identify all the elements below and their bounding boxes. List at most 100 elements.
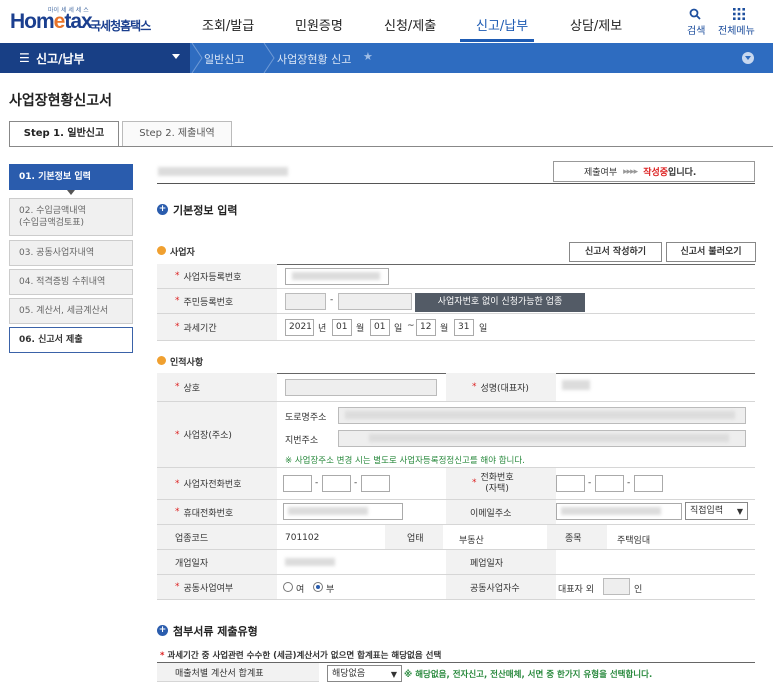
hometax-logo[interactable]: Hometax [10, 10, 93, 34]
menu-certificate[interactable]: 민원증명 [295, 15, 343, 34]
trade-name-label: * 상호 [157, 373, 277, 402]
email-input[interactable] [556, 503, 682, 520]
period-end-day-input[interactable]: 31 [454, 319, 474, 336]
joint-label: * 공동사업여부 [157, 575, 277, 600]
biz-phone-label: * 사업자전화번호 [157, 468, 277, 500]
plus-circle-icon: + [157, 625, 168, 636]
close-date-label: 폐업일자 [446, 550, 556, 575]
load-return-button[interactable]: 신고서 불러오기 [666, 242, 756, 262]
jibun-address-input[interactable] [338, 430, 746, 447]
period-year-input[interactable]: 2021 [285, 319, 314, 336]
day-unit: 일 [479, 324, 488, 334]
rep-name-label: * 성명(대표자) [446, 373, 556, 402]
industry-code-label: 업종코드 [157, 525, 277, 550]
active-menu-underline [460, 39, 534, 42]
road-address-label: 도로명주소 [285, 413, 327, 423]
business-section-title: 사업자 [170, 248, 195, 258]
dash: - [588, 478, 592, 488]
submission-type-select[interactable]: 해당없음 ▼ [327, 665, 402, 682]
persons-unit: 인 [634, 585, 643, 595]
sidebar-item-evidence[interactable]: 04. 적격증빙 수취내역 [9, 269, 133, 295]
year-unit: 년 [318, 324, 327, 334]
item-value: 주택임대 [617, 536, 651, 546]
nav-expand-icon[interactable] [742, 52, 754, 64]
favorite-star-icon[interactable]: ★ [363, 50, 373, 63]
biz-phone-2-input[interactable] [322, 475, 351, 492]
menu-inquiry[interactable]: 조회/발급 [202, 15, 254, 34]
joint-yes-radio[interactable] [283, 582, 293, 592]
nav-separator [263, 43, 275, 73]
breadcrumb-business-status[interactable]: 사업장현황 신고 [277, 51, 351, 67]
dash: - [354, 478, 358, 488]
open-date-label: 개업일자 [157, 550, 277, 575]
bullet-icon [157, 246, 166, 255]
month-unit: 월 [356, 324, 365, 334]
all-menu-label[interactable]: 전체메뉴 [718, 22, 755, 37]
biz-phone-3-input[interactable] [361, 475, 390, 492]
jibun-address-label: 지번주소 [285, 436, 319, 446]
sidebar-item-joint[interactable]: 03. 공동사업자내역 [9, 240, 133, 266]
sidebar-item-income[interactable]: 02. 수입금액내역 (수입금액검토표) [9, 198, 133, 236]
sidebar-item-basic-info[interactable]: 01. 기본정보 입력 [9, 164, 133, 190]
submission-type-note: ※ 해당없음, 전자신고, 전산매체, 서면 중 한가지 유형을 선택합니다. [404, 670, 653, 680]
home-phone-label: * 전화번호 (자택) [446, 468, 556, 500]
road-address-input[interactable] [338, 407, 746, 424]
trade-name-input[interactable] [285, 379, 437, 396]
tab-step1[interactable]: Step 1. 일반신고 [9, 121, 119, 147]
submission-status: 제출여부 ▸▸▸▸ 작성중입니다. [553, 161, 755, 182]
home-phone-1-input[interactable] [556, 475, 585, 492]
sales-invoice-summary-label: 매출처별 계산서 합계표 [157, 663, 319, 682]
address-label: * 사업장(주소) [157, 402, 277, 468]
joint-no-label: 부 [326, 585, 335, 595]
search-label[interactable]: 검색 [687, 22, 705, 37]
breadcrumb-general[interactable]: 일반신고 [204, 51, 244, 67]
resident-no-front-input[interactable] [285, 293, 326, 310]
nav-section-label: 신고/납부 [36, 52, 85, 66]
content-divider [157, 183, 755, 184]
mobile-input[interactable] [283, 503, 403, 520]
chevron-down-icon: ▼ [736, 507, 743, 516]
nav-bar: ☰ 신고/납부 일반신고 사업장현황 신고 ★ [0, 43, 773, 73]
sidebar-item-submit[interactable]: 06. 신고서 제출 [9, 327, 133, 353]
redacted-rep-name [562, 380, 590, 390]
attach-note: * 과세기간 중 사업관련 수수한 (세금)계산서가 없으면 합계표는 해당없음… [160, 651, 442, 661]
menu-apply[interactable]: 신청/제출 [384, 15, 436, 34]
page: 마이 세 세 세 스 Hometax 국세청홈택스 조회/발급 민원증명 신청/… [0, 0, 773, 682]
search-icon[interactable] [689, 8, 701, 20]
chevron-down-icon: ▼ [390, 670, 397, 679]
nav-section-dropdown[interactable]: ☰ 신고/납부 [0, 43, 190, 73]
biz-phone-1-input[interactable] [283, 475, 312, 492]
grid-menu-icon[interactable] [733, 8, 745, 20]
resident-no-back-input[interactable] [338, 293, 412, 310]
biz-type-value: 부동산 [459, 536, 484, 546]
reg-no-input[interactable] [285, 268, 389, 285]
joint-yes-label: 여 [296, 585, 305, 595]
email-domain-select[interactable]: 직접입력 ▼ [685, 502, 748, 520]
caret-down-icon [172, 54, 180, 59]
tab-underline [9, 146, 773, 147]
menu-filing[interactable]: 신고/납부 [476, 15, 528, 34]
tab-step2[interactable]: Step 2. 제출내역 [122, 121, 232, 147]
item-label: 종목 [547, 525, 607, 550]
period-start-day-input[interactable]: 01 [370, 319, 390, 336]
period-start-month-input[interactable]: 01 [332, 319, 352, 336]
day-unit: 일 [394, 324, 403, 334]
joint-count-input[interactable] [603, 578, 630, 595]
menu-consult[interactable]: 상담/제보 [570, 15, 622, 34]
period-end-month-input[interactable]: 12 [416, 319, 436, 336]
home-phone-2-input[interactable] [595, 475, 624, 492]
tilde: ~ [407, 321, 415, 331]
no-bizno-industry-button[interactable]: 사업자번호 없이 신청가능한 업종 [415, 293, 585, 312]
period-label: * 과세기간 [157, 314, 277, 341]
page-title: 사업장현황신고서 [9, 93, 113, 109]
redacted-name [158, 167, 288, 176]
home-phone-3-input[interactable] [634, 475, 663, 492]
write-return-button[interactable]: 신고서 작성하기 [569, 242, 662, 262]
hamburger-icon: ☰ [19, 51, 30, 65]
address-change-note: ※ 사업장주소 변경 시는 별도로 사업자등록정정신고를 해야 합니다. [285, 456, 525, 466]
logo-korean: 국세청홈택스 [90, 19, 151, 33]
joint-no-radio[interactable] [313, 582, 323, 592]
attach-title: 첨부서류 제출유형 [173, 625, 258, 638]
sidebar-item-invoice[interactable]: 05. 계산서, 세금계산서 [9, 298, 133, 324]
nav-separator [191, 43, 203, 73]
